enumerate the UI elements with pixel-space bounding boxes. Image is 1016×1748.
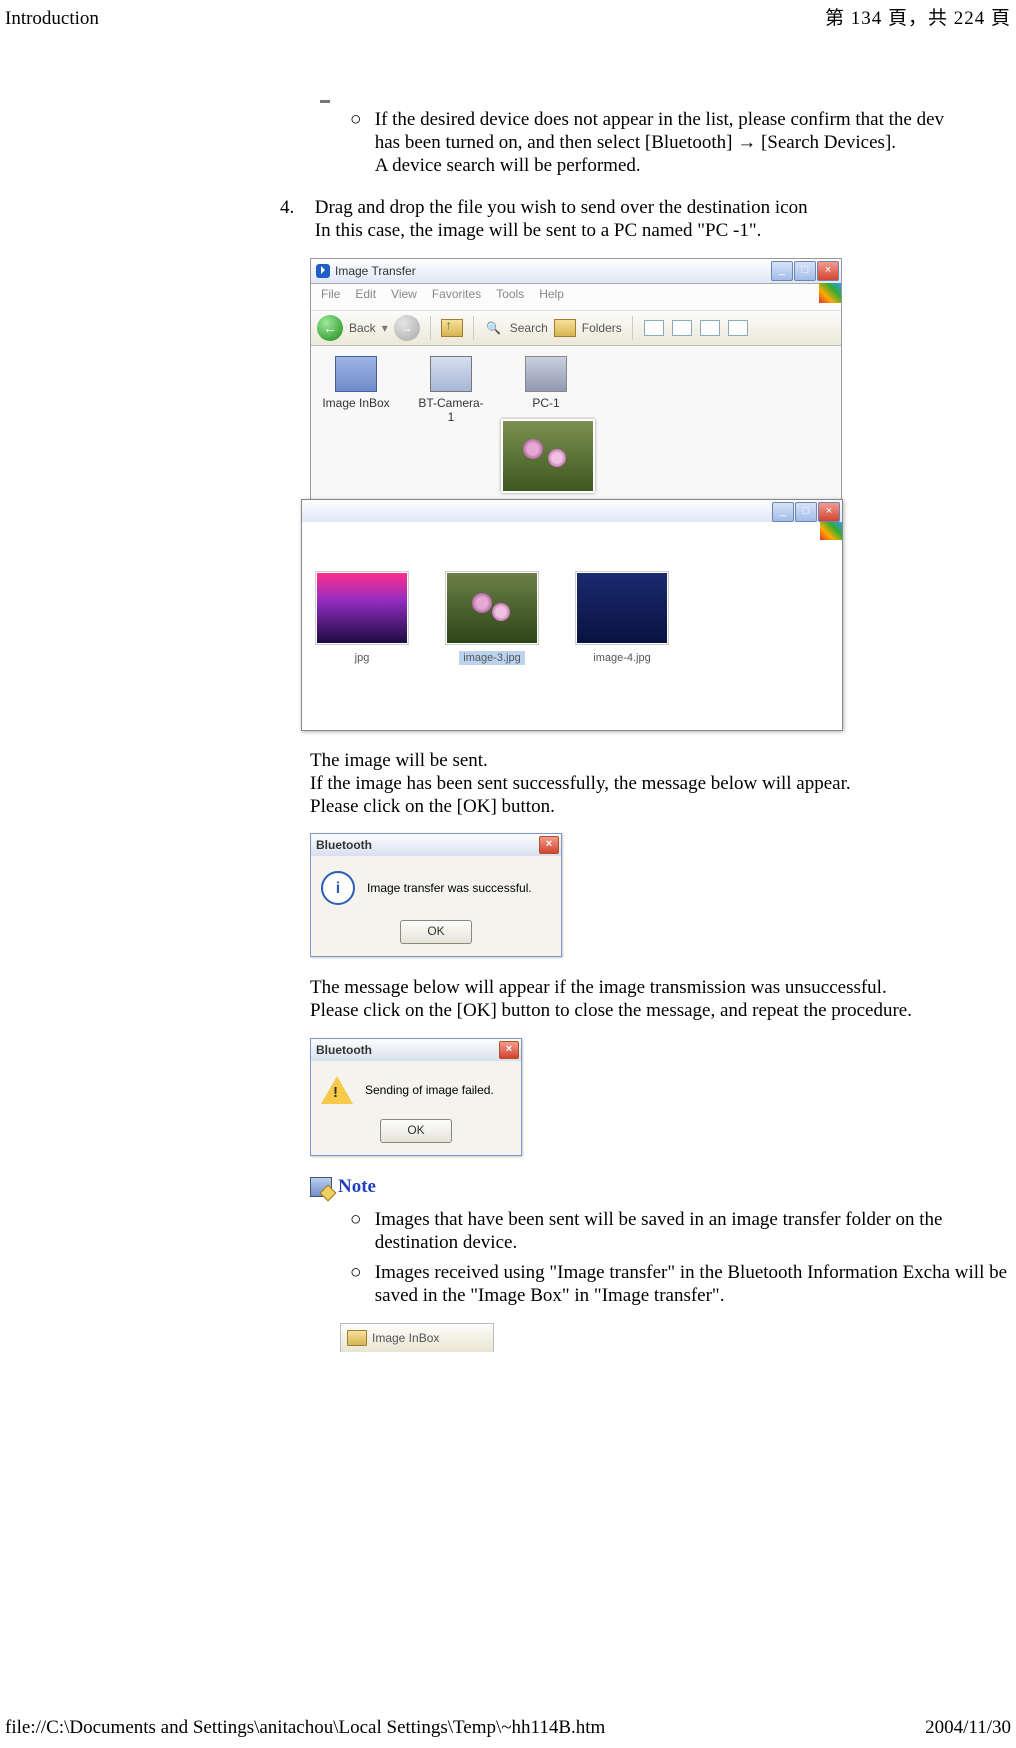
icon-label: Image InBox (321, 396, 391, 410)
bullet-circle: ○ (350, 1209, 370, 1232)
maximize-button[interactable]: □ (795, 502, 817, 522)
maximize-button[interactable]: □ (794, 261, 816, 281)
folder-icon (347, 1330, 367, 1346)
step-line1: Drag and drop the file you wish to send … (315, 197, 808, 218)
dialog-message: Image transfer was successful. (367, 881, 532, 895)
bullet-circle: ○ (350, 1262, 370, 1285)
inner-titlebar[interactable]: _ □ × (302, 500, 842, 522)
close-button[interactable]: × (818, 502, 840, 522)
toolbar-separator (430, 316, 431, 340)
step-number: 4. (280, 197, 310, 220)
screenshot-success-dialog: Bluetooth × i Image transfer was success… (310, 833, 562, 957)
dialog-titlebar[interactable]: Bluetooth × (311, 1039, 521, 1061)
note-heading: Note (310, 1176, 1016, 1199)
dialog-title: Bluetooth (316, 1043, 372, 1057)
laptop-icon (525, 356, 567, 392)
screenshot-partial-inbox: Image InBox (340, 1323, 494, 1352)
warning-icon (321, 1076, 353, 1104)
view-icon[interactable] (672, 320, 692, 336)
folder-icon (335, 356, 377, 392)
note-list: ○ Images that have been sent will be sav… (350, 1209, 1016, 1308)
xp-flag-icon (819, 283, 841, 303)
menu-favorites[interactable]: Favorites (432, 287, 481, 307)
partial-element (320, 100, 330, 103)
footer-path: file://C:\Documents and Settings\anitach… (5, 1717, 605, 1740)
dialog-message: Sending of image failed. (365, 1083, 494, 1097)
note-icon (310, 1177, 332, 1197)
note-item-1: Images that have been sent will be saved… (375, 1209, 1015, 1255)
dragged-thumbnail[interactable] (501, 419, 595, 493)
close-button[interactable]: × (817, 261, 839, 281)
sub-bullet: ○ If the desired device does not appear … (350, 109, 1016, 177)
ok-button[interactable]: OK (380, 1119, 452, 1143)
minimize-button[interactable]: _ (771, 261, 793, 281)
info-icon: i (321, 871, 355, 905)
bullet-circle: ○ (350, 109, 370, 132)
bullet-line2: has been turned on, and then select [Blu… (375, 132, 896, 153)
view-icon[interactable] (644, 320, 664, 336)
folders-icon[interactable] (554, 319, 576, 337)
icon-label: BT-Camera-1 (416, 396, 486, 425)
bullet-line3: A device search will be performed. (375, 155, 641, 176)
up-folder-icon[interactable]: ↑ (441, 319, 463, 337)
ok-button[interactable]: OK (400, 920, 472, 944)
xp-flag-icon (820, 522, 842, 540)
search-label[interactable]: Search (510, 321, 548, 335)
step-4: 4. Drag and drop the file you wish to se… (280, 197, 1016, 243)
camera-icon (430, 356, 472, 392)
folders-label[interactable]: Folders (582, 321, 622, 335)
close-icon[interactable]: × (499, 1041, 519, 1059)
view-icon[interactable] (728, 320, 748, 336)
image-inbox-icon[interactable]: Image InBox (321, 356, 391, 425)
page-header-left: Introduction (5, 8, 99, 31)
bt-camera-icon[interactable]: BT-Camera-1 (416, 356, 486, 425)
screenshot-image-transfer-window: Image Transfer _ □ × File Edit View Favo… (310, 258, 842, 730)
toolbar-separator (473, 316, 474, 340)
paragraph-fail: The message below will appear if the ima… (310, 977, 1010, 1023)
page-header-right: 第 134 頁，共 224 頁 (825, 8, 1011, 31)
menu-help[interactable]: Help (539, 287, 564, 307)
back-label[interactable]: Back (349, 321, 376, 335)
menu-edit[interactable]: Edit (355, 287, 376, 307)
thumbnail-image (316, 572, 408, 644)
toolbar: ← Back ▾ → ↑ 🔍 Search Folders (311, 311, 841, 346)
close-icon[interactable]: × (539, 836, 559, 854)
menu-bar[interactable]: File Edit View Favorites Tools Help (311, 284, 841, 311)
pc1-icon[interactable]: PC-1 (511, 356, 581, 425)
menu-view[interactable]: View (391, 287, 417, 307)
thumbnail-image (446, 572, 538, 644)
thumbnail-item[interactable]: jpg (312, 572, 412, 665)
screenshot-fail-dialog: Bluetooth × Sending of image failed. OK (310, 1038, 522, 1156)
search-icon[interactable]: 🔍 (484, 318, 504, 338)
bluetooth-icon (316, 264, 330, 278)
partial-label: Image InBox (372, 1331, 439, 1345)
thumbnail-label: jpg (355, 652, 370, 664)
thumbnail-label: image-4.jpg (593, 652, 650, 664)
menu-file[interactable]: File (321, 287, 340, 307)
icon-label: PC-1 (511, 396, 581, 410)
minimize-button[interactable]: _ (772, 502, 794, 522)
window-titlebar[interactable]: Image Transfer _ □ × (311, 259, 841, 284)
thumbnail-item-selected[interactable]: image-3.jpg (442, 572, 542, 665)
back-dropdown-icon[interactable]: ▾ (382, 321, 388, 335)
menu-tools[interactable]: Tools (496, 287, 524, 307)
dialog-title: Bluetooth (316, 838, 372, 852)
forward-button[interactable]: → (394, 315, 420, 341)
footer-date: 2004/11/30 (925, 1717, 1011, 1740)
paragraph-result: The image will be sent. If the image has… (310, 750, 1010, 818)
note-item-2: Images received using "Image transfer" i… (375, 1262, 1015, 1308)
view-icon[interactable] (700, 320, 720, 336)
step-line2: In this case, the image will be sent to … (315, 220, 762, 241)
dialog-titlebar[interactable]: Bluetooth × (311, 834, 561, 856)
inner-folder-window: _ □ × jpg image-3.jpg image-4.jpg (301, 499, 843, 731)
thumbnail-image (576, 572, 668, 644)
thumbnail-item[interactable]: image-4.jpg (572, 572, 672, 665)
bullet-line1: If the desired device does not appear in… (375, 109, 944, 130)
toolbar-separator (632, 316, 633, 340)
window-title: Image Transfer (335, 264, 416, 278)
back-button[interactable]: ← (317, 315, 343, 341)
thumbnail-label: image-3.jpg (459, 651, 524, 665)
